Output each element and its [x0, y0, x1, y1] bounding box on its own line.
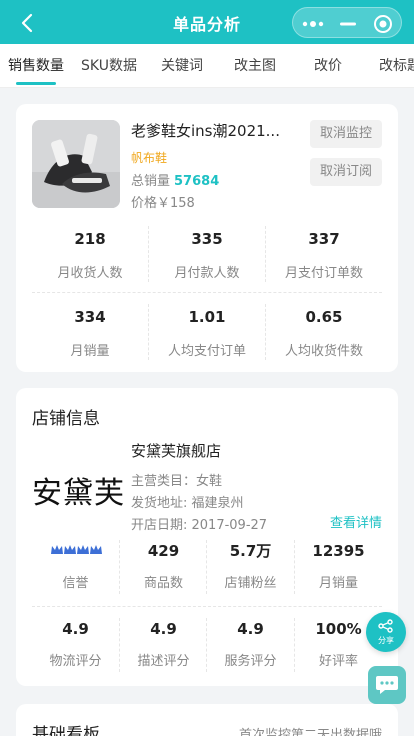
total-sales-value: 57684 [174, 174, 220, 189]
stat-value: 429 [147, 542, 180, 560]
product-thumbnail[interactable] [32, 120, 120, 208]
stat-label: 信誉 [62, 576, 89, 591]
stat-value: 337 [308, 230, 340, 248]
stat-value: 4.9 [237, 620, 264, 638]
product-tag: 帆布鞋 [131, 151, 168, 165]
cancel-monitor-button[interactable]: 取消监控 [310, 120, 382, 148]
product-price: 价格￥158 [131, 196, 195, 211]
stat-shop-fans: 5.7万 店铺粉丝 [207, 540, 294, 591]
crown-badges-icon [32, 540, 119, 562]
shop-card: 店铺信息 安黛芙 安黛芙旗舰店 主营类目：女鞋 发货地址: 福建泉州 开店日期:… [16, 388, 398, 686]
stat-value: 335 [191, 230, 223, 248]
tab-keywords[interactable]: 关键词 [161, 44, 203, 87]
active-tab-indicator [16, 82, 56, 85]
divider [119, 540, 120, 594]
basic-board-title: 基础看板 [32, 725, 100, 736]
stat-reputation: 信誉 [32, 540, 119, 591]
divider [119, 618, 120, 672]
shop-category: 主营类目：女鞋 [131, 474, 223, 489]
stat-label: 商品数 [143, 576, 183, 591]
stat-label: 人均支付订单 [167, 344, 246, 359]
stat-label: 月付款人数 [174, 266, 240, 281]
shop-open-date: 开店日期: 2017-09-27 [131, 518, 268, 533]
stat-orders-per-person: 1.01 人均支付订单 [149, 306, 265, 359]
stat-shop-monthly-sales: 12395 月销量 [295, 540, 382, 591]
stat-label: 店铺粉丝 [224, 576, 277, 591]
stat-label: 描述评分 [137, 654, 190, 669]
stat-value: 12395 [312, 542, 365, 560]
stat-value: 1.01 [188, 308, 226, 326]
title-bar: 单品分析 [0, 0, 414, 44]
stat-description-score: 4.9 描述评分 [120, 618, 207, 669]
stat-label: 好评率 [318, 654, 358, 669]
shop-ship-from: 发货地址: 福建泉州 [131, 496, 244, 511]
divider [148, 226, 149, 282]
stat-value: 4.9 [62, 620, 89, 638]
tab-title[interactable]: 改标题 [379, 44, 414, 87]
target-icon[interactable] [365, 8, 401, 39]
basic-board-note: 首次监控第二天出数据哦 [238, 728, 382, 736]
stat-label: 物流评分 [49, 654, 102, 669]
divider [206, 618, 207, 672]
stat-product-count: 429 商品数 [120, 540, 207, 591]
divider [265, 226, 266, 282]
stat-value: 4.9 [150, 620, 177, 638]
divider [206, 540, 207, 594]
stat-label: 月支付订单数 [284, 266, 363, 281]
divider [148, 304, 149, 360]
stat-monthly-receivers: 218 月收货人数 [32, 228, 148, 281]
tab-main-image[interactable]: 改主图 [234, 44, 276, 87]
stat-value: 334 [74, 308, 106, 326]
chat-bubble-icon [376, 676, 398, 694]
more-dots-icon[interactable] [295, 8, 331, 39]
divider [32, 606, 382, 607]
divider [265, 304, 266, 360]
shop-section-title: 店铺信息 [32, 409, 100, 429]
stat-value: 5.7万 [229, 542, 272, 560]
stat-service-score: 4.9 服务评分 [207, 618, 294, 669]
share-icon [378, 619, 393, 633]
product-card: 老爹鞋女ins潮2021... 帆布鞋 总销量 57684 价格￥158 取消监控… [16, 104, 398, 372]
stat-monthly-sales: 334 月销量 [32, 306, 148, 359]
stat-value: 0.65 [305, 308, 343, 326]
stat-monthly-payers: 335 月付款人数 [149, 228, 265, 281]
divider [32, 292, 382, 293]
stat-logistics-score: 4.9 物流评分 [32, 618, 119, 669]
shop-logo: 安黛芙 [32, 476, 125, 511]
stat-label: 月销量 [70, 344, 110, 359]
mini-program-capsule [292, 7, 402, 38]
share-label: 分享 [378, 636, 394, 645]
stat-label: 月销量 [318, 576, 358, 591]
stat-label: 人均收货件数 [284, 344, 363, 359]
tab-bar: 销售数量 SKU数据 关键词 改主图 改价 改标题 [0, 44, 414, 88]
tab-price[interactable]: 改价 [314, 44, 342, 87]
basic-board-card: 基础看板 首次监控第二天出数据哦 [16, 704, 398, 736]
cancel-subscribe-button[interactable]: 取消订阅 [310, 158, 382, 186]
shop-name[interactable]: 安黛芙旗舰店 [131, 440, 221, 461]
share-button[interactable]: 分享 [366, 612, 406, 652]
stat-monthly-orders: 337 月支付订单数 [266, 228, 382, 281]
tab-sku[interactable]: SKU数据 [81, 44, 137, 87]
stat-label: 服务评分 [224, 654, 277, 669]
minimize-icon[interactable] [330, 8, 366, 39]
stat-items-per-person: 0.65 人均收货件数 [266, 306, 382, 359]
stat-label: 月收货人数 [57, 266, 123, 281]
divider [294, 540, 295, 594]
stat-value: 218 [74, 230, 106, 248]
total-sales: 总销量 57684 [131, 170, 219, 189]
product-name[interactable]: 老爹鞋女ins潮2021... [131, 120, 296, 141]
total-sales-label: 总销量 [131, 174, 171, 189]
chat-button[interactable] [368, 666, 406, 704]
divider [294, 618, 295, 672]
view-details-link[interactable]: 查看详情 [330, 512, 382, 531]
